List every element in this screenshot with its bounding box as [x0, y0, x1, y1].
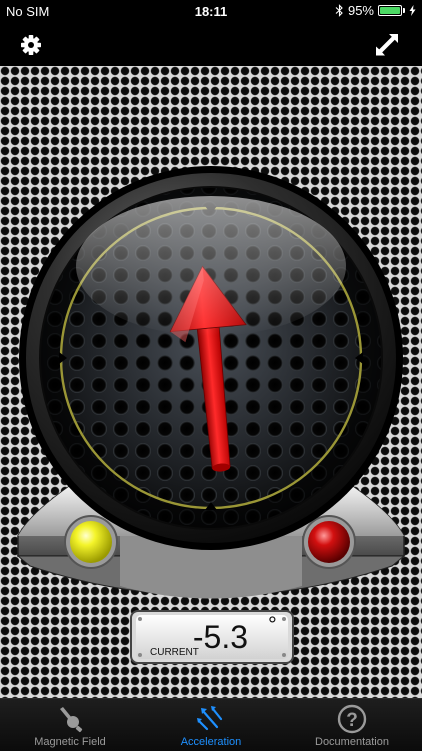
tab-label: Magnetic Field [34, 736, 106, 748]
glass-highlight [76, 196, 346, 336]
carrier-label: No SIM [6, 4, 50, 19]
acceleration-arrows-icon [197, 706, 223, 731]
settings-button[interactable] [16, 30, 46, 60]
reading-label: CURRENT [150, 647, 199, 658]
reading-value: -5.3 [193, 619, 248, 655]
magnet-probe-icon [60, 707, 83, 733]
right-indicator-light [302, 515, 356, 569]
charging-bolt-icon [409, 5, 416, 16]
svg-text:?: ? [346, 710, 358, 731]
tab-bar: Magnetic Field Acceleration ? Documentat… [0, 698, 422, 751]
perforated-background: -5.3 ° CURRENT [0, 66, 422, 698]
battery-icon [378, 5, 402, 16]
fullscreen-button[interactable] [372, 30, 402, 60]
bluetooth-icon [335, 4, 343, 17]
battery-tip [403, 8, 405, 13]
tab-magnetic-field[interactable]: Magnetic Field [0, 699, 140, 751]
reading-unit: ° [268, 612, 277, 637]
tab-acceleration[interactable]: Acceleration [141, 699, 281, 751]
gear-icon [21, 35, 41, 55]
expand-icon [376, 34, 398, 56]
help-circle-icon: ? [337, 704, 367, 734]
tab-label: Documentation [315, 736, 389, 748]
reading-display: -5.3 ° CURRENT [130, 610, 294, 664]
status-right: 95% [335, 3, 416, 18]
tab-label: Acceleration [180, 736, 242, 748]
acceleration-gauge: -5.3 ° CURRENT [16, 166, 406, 664]
status-bar: No SIM 18:11 95% [0, 0, 422, 24]
top-toolbar [0, 24, 422, 66]
battery-percent: 95% [347, 3, 374, 18]
tab-documentation[interactable]: ? Documentation [282, 699, 422, 751]
left-indicator-light [64, 515, 118, 569]
